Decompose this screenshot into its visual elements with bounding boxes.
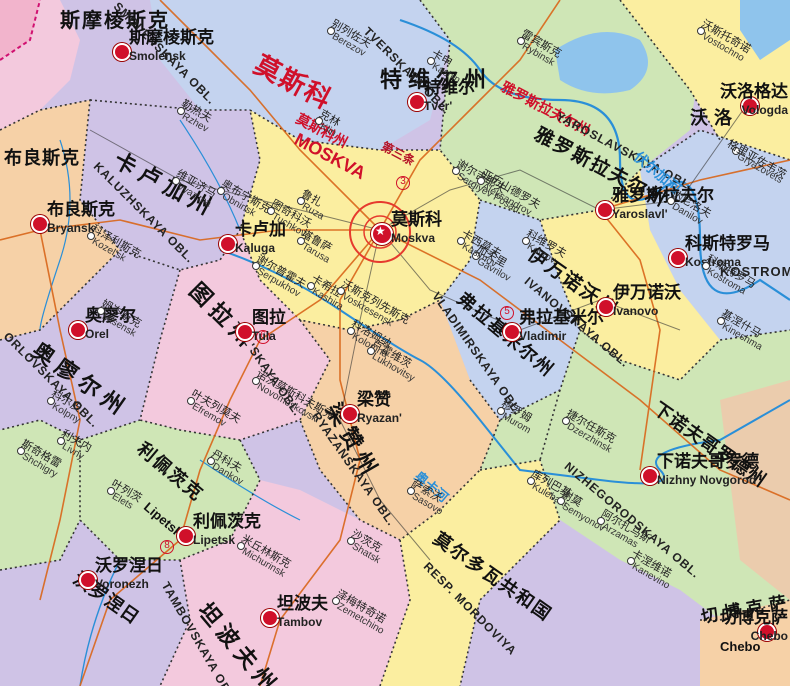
city-name-cn: 科斯特罗马 <box>685 234 770 254</box>
vologda-obl-label: 沃洛 <box>690 108 738 129</box>
city-name-cn: 梁赞 <box>357 390 391 410</box>
road-number-3: 3 <box>396 176 410 190</box>
city-name-lat: Orel <box>85 327 110 341</box>
city-name-cn: 图拉 <box>252 308 286 328</box>
city-name-lat: Tambov <box>277 615 323 629</box>
city-name-lat: Voronezh <box>95 577 149 591</box>
map[interactable]: 莫斯科 MOSKVA 莫斯科州 雅罗斯拉夫尔州 特维尔州 TVERSKAYA O… <box>0 0 790 686</box>
capital-star-icon: ★ <box>375 224 386 238</box>
city-name-cn: 布良斯克 <box>47 200 115 220</box>
city-name-cn: 下诺夫哥罗德 <box>657 452 759 472</box>
city-name-lat: Tula <box>252 329 276 343</box>
city-name-cn: 切博克萨 <box>720 608 788 628</box>
city-name-cn: 沃洛格达 <box>720 82 788 102</box>
city-name-lat: Nizhny Novgorod <box>657 473 757 487</box>
city-name-cn: 莫斯科 <box>391 210 442 230</box>
bryansk-obl-label: 布良斯克 <box>4 148 80 169</box>
city-name-lat: Tver' <box>424 99 453 113</box>
road-number-5: 5 <box>500 306 514 320</box>
city-marker[interactable]: ★ <box>371 223 393 245</box>
road-number-8: 8 <box>160 540 174 554</box>
city-name-cn: 特维尔 <box>424 78 475 98</box>
city-name-cn: 伊万诺沃 <box>613 283 681 303</box>
city-name-cn: 沃罗涅日 <box>95 556 163 576</box>
city-name-lat: Lipetsk <box>193 533 236 547</box>
city-name-lat: Moskva <box>391 231 436 245</box>
city-name-cn: 弗拉基米尔 <box>519 308 604 328</box>
city-name-lat: Vologda <box>741 103 788 117</box>
city-name-lat: Vladimir <box>519 329 567 343</box>
city-name-lat: Kaluga <box>235 241 276 255</box>
city-name-lat: Yaroslavl' <box>612 207 668 221</box>
city-name-cn: 坦波夫 <box>277 594 328 614</box>
city-name-lat: Chebo <box>750 629 788 643</box>
city-name-cn: 斯摩棱斯克 <box>129 28 214 48</box>
city-name-lat: Ivanovo <box>613 304 659 318</box>
city-name-lat: Ryazan' <box>357 411 402 425</box>
city-name-cn: 利佩茨克 <box>193 512 261 532</box>
city-name-lat: Smolensk <box>129 49 186 63</box>
